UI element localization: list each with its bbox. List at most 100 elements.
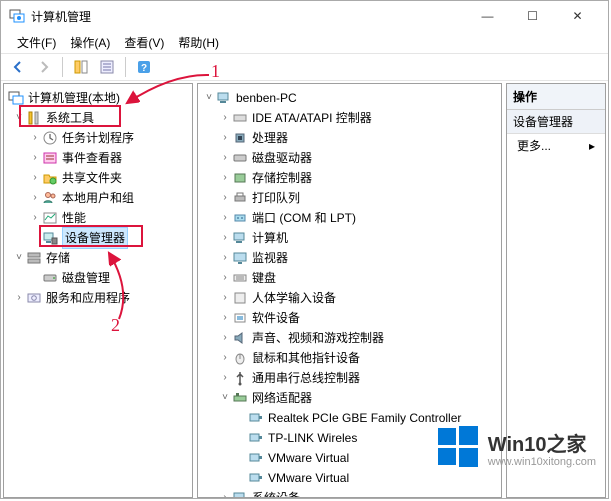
device-print-queues[interactable]: ›打印队列 <box>200 188 499 208</box>
expand-icon[interactable]: › <box>12 288 26 308</box>
tree-systools[interactable]: ˅ 系统工具 <box>6 108 190 128</box>
expand-icon[interactable]: › <box>28 128 42 148</box>
services-icon <box>26 290 42 306</box>
collapse-icon[interactable]: ˅ <box>218 388 232 408</box>
device-monitor[interactable]: ›监视器 <box>200 248 499 268</box>
expand-icon[interactable]: › <box>28 168 42 188</box>
device-label: 处理器 <box>252 128 288 148</box>
tree-performance[interactable]: › 性能 <box>6 208 190 228</box>
menu-help[interactable]: 帮助(H) <box>172 32 225 53</box>
expand-icon[interactable]: › <box>218 228 232 248</box>
users-icon <box>42 190 58 206</box>
expand-icon[interactable]: › <box>218 188 232 208</box>
back-button[interactable] <box>7 56 29 78</box>
device-label: 端口 (COM 和 LPT) <box>252 208 356 228</box>
device-software[interactable]: ›软件设备 <box>200 308 499 328</box>
expand-icon[interactable]: › <box>28 188 42 208</box>
expand-icon[interactable]: › <box>218 148 232 168</box>
tree-root[interactable]: 计算机管理(本地) <box>6 88 190 108</box>
tree-disk-management[interactable]: 磁盘管理 <box>6 268 190 288</box>
device-system[interactable]: › 系统设备 <box>200 488 499 498</box>
expand-icon[interactable]: › <box>28 148 42 168</box>
collapse-icon[interactable]: ˅ <box>202 88 216 108</box>
tree-storage[interactable]: ˅ 存储 <box>6 248 190 268</box>
device-disk-drives[interactable]: ›磁盘驱动器 <box>200 148 499 168</box>
task-icon <box>42 130 58 146</box>
minimize-button[interactable]: — <box>465 1 510 31</box>
titlebar: 计算机管理 — ☐ ✕ <box>1 1 608 31</box>
device-usb[interactable]: ›通用串行总线控制器 <box>200 368 499 388</box>
menu-view[interactable]: 查看(V) <box>118 32 170 53</box>
sound-icon <box>232 330 248 346</box>
window-controls: — ☐ ✕ <box>465 1 600 31</box>
tree-event-viewer[interactable]: › 事件查看器 <box>6 148 190 168</box>
app-icon <box>9 8 25 24</box>
collapse-icon[interactable]: ˅ <box>12 248 26 268</box>
expand-icon[interactable]: › <box>218 288 232 308</box>
maximize-button[interactable]: ☐ <box>510 1 555 31</box>
device-label: 系统设备 <box>252 488 300 498</box>
expand-icon[interactable]: › <box>218 128 232 148</box>
separator <box>62 57 63 77</box>
device-net-adapter[interactable]: Realtek PCIe GBE Family Controller <box>200 408 499 428</box>
expand-icon[interactable]: › <box>218 348 232 368</box>
device-keyboard[interactable]: ›键盘 <box>200 268 499 288</box>
device-label: 人体学输入设备 <box>252 288 336 308</box>
help-button[interactable]: ? <box>133 56 155 78</box>
tree-device-manager[interactable]: 设备管理器 <box>6 228 190 248</box>
printer-icon <box>232 190 248 206</box>
actions-more[interactable]: 更多... ▸ <box>507 134 605 157</box>
device-net-adapter[interactable]: VMware Virtual <box>200 468 499 488</box>
menubar: 文件(F) 操作(A) 查看(V) 帮助(H) <box>1 31 608 53</box>
expand-icon[interactable]: › <box>218 328 232 348</box>
tree-label: 磁盘管理 <box>62 268 110 288</box>
network-icon <box>232 390 248 406</box>
close-button[interactable]: ✕ <box>555 1 600 31</box>
device-network[interactable]: ˅ 网络适配器 <box>200 388 499 408</box>
expand-icon[interactable]: › <box>218 268 232 288</box>
device-sound[interactable]: ›声音、视频和游戏控制器 <box>200 328 499 348</box>
collapse-icon[interactable]: ˅ <box>12 108 26 128</box>
device-ports[interactable]: › 端口 (COM 和 LPT) <box>200 208 499 228</box>
shared-folder-icon <box>42 170 58 186</box>
device-root[interactable]: ˅ benben-PC <box>200 88 499 108</box>
show-hide-tree-button[interactable] <box>70 56 92 78</box>
net-adapter-icon <box>248 430 264 446</box>
device-label: 计算机 <box>252 228 288 248</box>
tree-services-apps[interactable]: › 服务和应用程序 <box>6 288 190 308</box>
expand-icon[interactable]: › <box>218 368 232 388</box>
menu-action[interactable]: 操作(A) <box>64 32 116 53</box>
expand-icon[interactable]: › <box>218 108 232 128</box>
svg-text:?: ? <box>141 63 147 74</box>
device-net-adapter[interactable]: VMware Virtual <box>200 448 499 468</box>
menu-file[interactable]: 文件(F) <box>11 32 62 53</box>
properties-button[interactable] <box>96 56 118 78</box>
tree-label: 设备管理器 <box>62 227 128 249</box>
tree-local-users[interactable]: › 本地用户和组 <box>6 188 190 208</box>
expand-icon[interactable]: › <box>28 208 42 228</box>
expand-icon[interactable]: › <box>218 168 232 188</box>
device-computer[interactable]: › 计算机 <box>200 228 499 248</box>
device-storage-controllers[interactable]: ›存储控制器 <box>200 168 499 188</box>
tree-shared-folders[interactable]: › 共享文件夹 <box>6 168 190 188</box>
tree-task-scheduler[interactable]: › 任务计划程序 <box>6 128 190 148</box>
device-ide[interactable]: ›IDE ATA/ATAPI 控制器 <box>200 108 499 128</box>
system-icon <box>232 490 248 498</box>
forward-button[interactable] <box>33 56 55 78</box>
device-mouse[interactable]: › 鼠标和其他指针设备 <box>200 348 499 368</box>
expand-icon[interactable]: › <box>218 488 232 498</box>
more-label: 更多... <box>517 137 551 154</box>
expand-icon[interactable]: › <box>218 208 232 228</box>
device-label: 鼠标和其他指针设备 <box>252 348 360 368</box>
tree-label: 本地用户和组 <box>62 188 134 208</box>
hid-icon <box>232 290 248 306</box>
expand-icon[interactable]: › <box>218 308 232 328</box>
device-label: 网络适配器 <box>252 388 312 408</box>
computer-mgmt-icon <box>8 90 24 106</box>
device-hid[interactable]: › 人体学输入设备 <box>200 288 499 308</box>
device-net-adapter[interactable]: TP-LINK Wireles <box>200 428 499 448</box>
ide-icon <box>232 110 248 126</box>
expand-icon[interactable]: › <box>218 248 232 268</box>
device-cpu[interactable]: › 处理器 <box>200 128 499 148</box>
actions-pane: 操作 设备管理器 更多... ▸ <box>506 83 606 498</box>
